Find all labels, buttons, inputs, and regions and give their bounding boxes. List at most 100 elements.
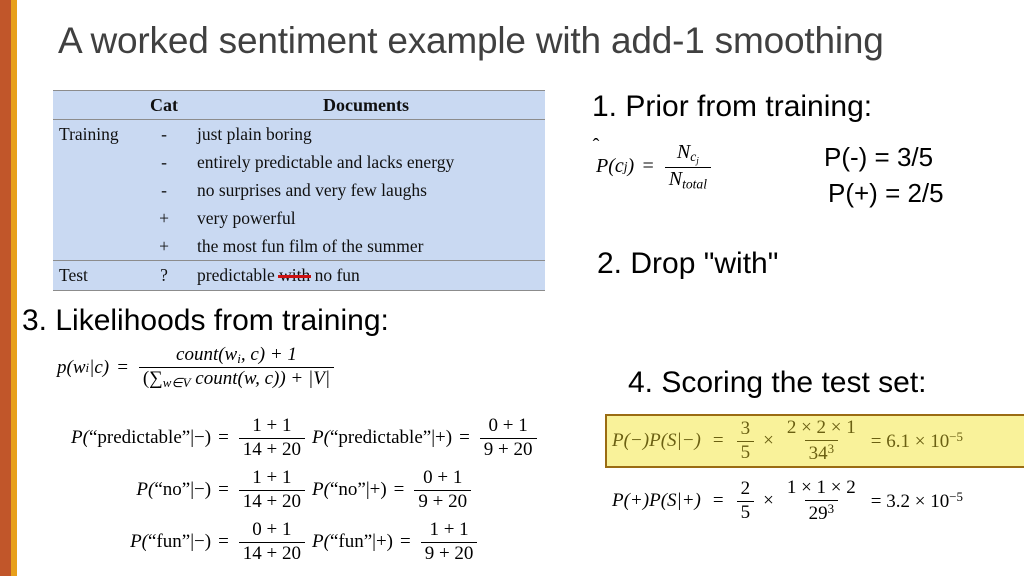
lhs-class: |−) xyxy=(190,479,212,500)
prior-formula: P̂(cj) = Ncj Ntotal xyxy=(596,141,714,192)
cell-document: just plain boring xyxy=(187,119,545,148)
left-accent-bar-amber xyxy=(11,0,17,576)
likelihood-lhs: P(“fun”|+) xyxy=(312,531,393,552)
result-exponent: −5 xyxy=(949,489,963,505)
step-heading-scoring: 4. Scoring the test set: xyxy=(628,366,927,399)
prior-den-sub: total xyxy=(682,176,707,192)
fraction-denominator: 9 + 20 xyxy=(414,489,472,513)
cell-document: the most fun film of the summer xyxy=(187,232,545,261)
likelihood-fraction: 1 + 1 9 + 20 xyxy=(420,518,478,565)
lhs-word: “predictable” xyxy=(88,427,191,448)
prior-denominator: Ntotal xyxy=(664,166,711,192)
likelihood-denominator: (∑w∈V count(w, c)) + |V| xyxy=(138,367,335,390)
cell-cat: - xyxy=(141,119,187,148)
prior-den-n: N xyxy=(668,167,683,190)
likelihood-lhs: P(“no”|+) xyxy=(312,479,387,500)
like-lhs: p(w xyxy=(57,356,86,378)
fraction-denominator: 9 + 20 xyxy=(420,541,478,565)
scoring-equals: = xyxy=(712,490,724,511)
like-num-count: count(w xyxy=(176,344,238,365)
cell-cat: - xyxy=(141,176,187,204)
likelihood-equals: = xyxy=(459,427,470,448)
likelihood-lhs: P(“no”|−) xyxy=(136,479,212,500)
scoring-lhs: P(+)P(S|+) xyxy=(612,490,701,511)
likelihood-fraction: 1 + 1 14 + 20 xyxy=(238,415,305,461)
likelihood-numerator: count(wi, c) + 1 xyxy=(172,344,301,367)
likelihood-den-base: 34 xyxy=(808,442,828,464)
likelihood-fraction: 1 + 1 14 + 20 xyxy=(238,467,305,512)
likelihood-equals: = xyxy=(218,531,229,552)
prior-lhs-p: P xyxy=(596,155,609,178)
prior-value-positive: P(+) = 2/5 xyxy=(828,177,944,208)
lhs-p: P xyxy=(312,479,324,500)
cell-set xyxy=(53,176,141,204)
prior-num-n: N xyxy=(676,141,691,163)
table-row: - no surprises and very few laughs xyxy=(53,176,545,204)
result-equals: = xyxy=(870,430,882,452)
lhs-class: |−) xyxy=(190,427,212,448)
lhs-class: |+) xyxy=(365,479,387,500)
step-heading-prior: 1. Prior from training: xyxy=(592,90,873,123)
test-doc-after: no fun xyxy=(310,265,360,285)
scoring-likelihood-fraction: 1 × 1 × 2 293 xyxy=(783,478,860,524)
prior-numerator: 2 xyxy=(740,477,751,499)
column-header-set xyxy=(53,90,141,120)
scoring-result: = 6.1 × 10−5 xyxy=(871,429,963,453)
lhs-class: |+) xyxy=(431,427,453,448)
likelihood-formula: p(w i |c) = count(wi, c) + 1 (∑w∈V count(w… xyxy=(57,344,337,390)
likelihood-den-base: 29 xyxy=(808,502,828,524)
cell-cat: - xyxy=(141,148,187,176)
test-doc-struck-word: with xyxy=(279,265,311,285)
column-header-documents: Documents xyxy=(187,90,545,120)
prior-values: P(-) = 3/5 P(+) = 2/5 xyxy=(824,140,944,212)
fraction-denominator: 14 + 20 xyxy=(238,437,305,461)
lhs-word: “no” xyxy=(329,479,366,500)
scoring-row-negative: P(−)P(S|−) = 3 5 × 2 × 2 × 1 343 = 6.1 ×… xyxy=(612,414,963,468)
scoring-result: = 3.2 × 10−5 xyxy=(871,489,963,513)
likelihood-numerator: 1 × 1 × 2 xyxy=(786,477,856,499)
table-header-row: Cat Documents xyxy=(53,90,545,120)
fraction-numerator: 0 + 1 xyxy=(488,414,528,436)
cell-cat: ? xyxy=(141,260,187,291)
documents-table: Cat Documents Training - just plain bori… xyxy=(53,90,545,291)
step-heading-likelihoods: 3. Likelihoods from training: xyxy=(22,304,389,337)
fraction-numerator: 1 + 1 xyxy=(429,518,469,540)
lhs-p: P xyxy=(71,427,83,448)
cell-document-test: predictable with no fun xyxy=(187,260,545,291)
result-exponent: −5 xyxy=(949,429,963,445)
cell-document: entirely predictable and lacks energy xyxy=(187,148,545,176)
prior-fraction: Ncj Ntotal xyxy=(664,141,711,192)
likelihood-lhs: P(“fun”|−) xyxy=(130,531,212,552)
lhs-p: P xyxy=(312,531,324,552)
result-mantissa: 3.2 × 10 xyxy=(886,490,950,512)
lhs-class: |+) xyxy=(372,531,393,552)
cell-set: Training xyxy=(53,119,141,148)
scoring-likelihood-fraction: 2 × 2 × 1 343 xyxy=(783,418,860,464)
table-row: + the most fun film of the summer xyxy=(53,232,545,261)
result-equals: = xyxy=(870,490,882,512)
table-row: + very powerful xyxy=(53,204,545,232)
fraction-denominator: 14 + 20 xyxy=(238,541,305,565)
page-title: A worked sentiment example with add-1 sm… xyxy=(58,20,884,61)
cell-set xyxy=(53,232,141,261)
likelihood-equation: P(“predictable”|+) = 0 + 1 9 + 20 xyxy=(312,412,592,464)
lhs-class: |−) xyxy=(190,531,212,552)
fraction-numerator: 0 + 1 xyxy=(252,518,292,540)
column-header-cat: Cat xyxy=(141,90,187,120)
table-row-test: Test ? predictable with no fun xyxy=(53,260,545,291)
likelihood-equation: P(“fun”|−) = 0 + 1 14 + 20 xyxy=(18,516,308,568)
likelihood-equation: P(“no”|+) = 0 + 1 9 + 20 xyxy=(312,464,592,516)
cell-cat: + xyxy=(141,204,187,232)
likelihood-denominator: 343 xyxy=(804,439,839,464)
lhs-p: P xyxy=(312,427,324,448)
likelihood-equals: = xyxy=(218,479,229,500)
table-row: - entirely predictable and lacks energy xyxy=(53,148,545,176)
likelihood-equation: P(“fun”|+) = 1 + 1 9 + 20 xyxy=(312,516,592,568)
prior-num-sub: cj xyxy=(690,149,699,166)
likelihood-denominator: 293 xyxy=(804,499,839,524)
left-accent-bar-rust xyxy=(0,0,11,576)
test-doc-before: predictable xyxy=(197,265,280,285)
scoring-equals: = xyxy=(712,430,724,451)
prior-denominator: 5 xyxy=(736,440,755,464)
likelihood-equation: P(“no”|−) = 1 + 1 14 + 20 xyxy=(18,464,308,516)
